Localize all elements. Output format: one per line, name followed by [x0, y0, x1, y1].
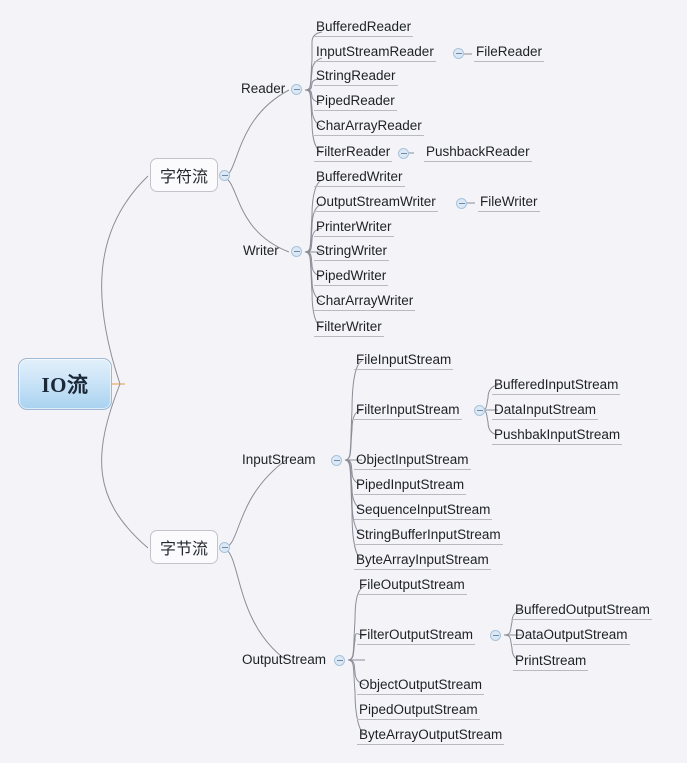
group-node-reader[interactable]: Reader: [239, 81, 287, 98]
leaf-node-data-output-stream-label: DataOutputStream: [515, 627, 628, 642]
group-node-reader-label: Reader: [241, 81, 286, 96]
leaf-node-buffered-output-stream[interactable]: BufferedOutputStream: [513, 602, 652, 620]
leaf-node-piped-output-stream[interactable]: PipedOutputStream: [357, 702, 480, 720]
leaf-node-data-output-stream[interactable]: DataOutputStream: [513, 627, 630, 645]
leaf-node-char-array-writer-label: CharArrayWriter: [316, 293, 414, 308]
collapse-toggle-writer[interactable]: [291, 246, 302, 257]
leaf-node-buffered-output-stream-label: BufferedOutputStream: [515, 602, 650, 617]
leaf-node-object-input-stream[interactable]: ObjectInputStream: [354, 452, 471, 470]
leaf-node-data-input-stream-label: DataInputStream: [494, 402, 597, 417]
leaf-node-pushbak-input-stream[interactable]: PushbakInputStream: [492, 427, 623, 445]
group-node-output-stream[interactable]: OutputStream: [240, 652, 328, 669]
leaf-node-filter-writer-label: FilterWriter: [316, 319, 382, 334]
leaf-node-piped-input-stream[interactable]: PipedInputStream: [354, 477, 467, 495]
leaf-node-file-output-stream-label: FileOutputStream: [359, 577, 465, 592]
group-node-input-stream[interactable]: InputStream: [240, 452, 318, 469]
leaf-node-output-stream-writer-label: OutputStreamWriter: [316, 194, 436, 209]
leaf-node-string-writer[interactable]: StringWriter: [314, 243, 390, 261]
leaf-node-piped-writer-label: PipedWriter: [316, 268, 387, 283]
leaf-node-data-input-stream[interactable]: DataInputStream: [492, 402, 599, 420]
leaf-node-object-input-stream-label: ObjectInputStream: [356, 452, 469, 467]
collapse-toggle-output-stream-writer[interactable]: [456, 198, 467, 209]
leaf-node-buffered-input-stream[interactable]: BufferedInputStream: [492, 377, 621, 395]
leaf-node-char-array-reader-label: CharArrayReader: [316, 118, 422, 133]
leaf-node-filter-output-stream[interactable]: FilterOutputStream: [357, 627, 476, 645]
leaf-node-input-stream-reader[interactable]: InputStreamReader: [314, 44, 436, 62]
leaf-node-filter-reader-label: FilterReader: [316, 144, 391, 159]
leaf-node-pushbak-input-stream-label: PushbakInputStream: [494, 427, 621, 442]
collapse-toggle-output-stream[interactable]: [334, 655, 345, 666]
leaf-node-filter-output-stream-label: FilterOutputStream: [359, 627, 474, 642]
collapse-toggle-char-stream[interactable]: [219, 170, 230, 181]
collapse-toggle-input-stream[interactable]: [331, 455, 342, 466]
leaf-node-input-stream-reader-label: InputStreamReader: [316, 44, 434, 59]
leaf-node-buffered-writer[interactable]: BufferedWriter: [314, 169, 405, 187]
collapse-toggle-filter-input-stream[interactable]: [474, 405, 485, 416]
leaf-node-string-writer-label: StringWriter: [316, 243, 388, 258]
leaf-node-piped-output-stream-label: PipedOutputStream: [359, 702, 478, 717]
leaf-node-buffered-reader[interactable]: BufferedReader: [314, 19, 414, 37]
leaf-node-file-writer[interactable]: FileWriter: [478, 194, 540, 212]
root-node-io-stream[interactable]: IO流: [18, 358, 112, 410]
leaf-node-char-array-writer[interactable]: CharArrayWriter: [314, 293, 416, 311]
group-node-input-stream-label: InputStream: [242, 452, 316, 467]
leaf-node-output-stream-writer[interactable]: OutputStreamWriter: [314, 194, 438, 212]
leaf-node-string-buffer-input-stream[interactable]: StringBufferInputStream: [354, 527, 503, 545]
leaf-node-object-output-stream[interactable]: ObjectOutputStream: [357, 677, 485, 695]
leaf-node-pushback-reader[interactable]: PushbackReader: [424, 144, 532, 162]
leaf-node-buffered-reader-label: BufferedReader: [316, 19, 412, 34]
leaf-node-pushback-reader-label: PushbackReader: [426, 144, 530, 159]
leaf-node-piped-input-stream-label: PipedInputStream: [356, 477, 465, 492]
group-node-output-stream-label: OutputStream: [242, 652, 327, 667]
leaf-node-file-output-stream[interactable]: FileOutputStream: [357, 577, 467, 595]
leaf-node-sequence-input-stream-label: SequenceInputStream: [356, 502, 491, 517]
leaf-node-object-output-stream-label: ObjectOutputStream: [359, 677, 483, 692]
leaf-node-file-input-stream-label: FileInputStream: [356, 352, 452, 367]
leaf-node-buffered-input-stream-label: BufferedInputStream: [494, 377, 619, 392]
leaf-node-byte-array-input-stream[interactable]: ByteArrayInputStream: [354, 552, 491, 570]
root-node-label: IO流: [41, 373, 89, 397]
leaf-node-filter-writer[interactable]: FilterWriter: [314, 319, 384, 337]
leaf-node-file-writer-label: FileWriter: [480, 194, 538, 209]
collapse-toggle-byte-stream[interactable]: [219, 542, 230, 553]
collapse-toggle-reader[interactable]: [291, 84, 302, 95]
leaf-node-printer-writer[interactable]: PrinterWriter: [314, 219, 394, 237]
leaf-node-print-stream[interactable]: PrintStream: [513, 653, 589, 671]
leaf-node-string-reader[interactable]: StringReader: [314, 68, 398, 86]
leaf-node-byte-array-output-stream[interactable]: ByteArrayOutputStream: [357, 727, 505, 745]
leaf-node-piped-reader-label: PipedReader: [316, 93, 395, 108]
group-node-writer[interactable]: Writer: [241, 243, 281, 260]
collapse-toggle-input-stream-reader[interactable]: [453, 48, 464, 59]
leaf-node-byte-array-output-stream-label: ByteArrayOutputStream: [359, 727, 503, 742]
leaf-node-printer-writer-label: PrinterWriter: [316, 219, 392, 234]
branch-node-byte-stream[interactable]: 字节流: [150, 530, 218, 564]
collapse-toggle-filter-reader[interactable]: [398, 148, 409, 159]
leaf-node-string-reader-label: StringReader: [316, 68, 396, 83]
leaf-node-file-input-stream[interactable]: FileInputStream: [354, 352, 454, 370]
leaf-node-filter-input-stream-label: FilterInputStream: [356, 402, 460, 417]
leaf-node-byte-array-input-stream-label: ByteArrayInputStream: [356, 552, 489, 567]
leaf-node-filter-input-stream[interactable]: FilterInputStream: [354, 402, 462, 420]
leaf-node-buffered-writer-label: BufferedWriter: [316, 169, 403, 184]
leaf-node-string-buffer-input-stream-label: StringBufferInputStream: [356, 527, 501, 542]
leaf-node-filter-reader[interactable]: FilterReader: [314, 144, 393, 162]
collapse-toggle-filter-output-stream[interactable]: [490, 630, 501, 641]
leaf-node-piped-reader[interactable]: PipedReader: [314, 93, 397, 111]
leaf-node-file-reader-label: FileReader: [476, 44, 543, 59]
branch-node-char-stream[interactable]: 字符流: [150, 158, 218, 192]
branch-node-char-stream-label: 字符流: [159, 169, 208, 186]
leaf-node-char-array-reader[interactable]: CharArrayReader: [314, 118, 424, 136]
mindmap-canvas: IO流 字符流 字节流 Reader BufferedReader InputS…: [0, 0, 687, 763]
group-node-writer-label: Writer: [243, 243, 279, 258]
leaf-node-file-reader[interactable]: FileReader: [474, 44, 545, 62]
leaf-node-sequence-input-stream[interactable]: SequenceInputStream: [354, 502, 493, 520]
leaf-node-piped-writer[interactable]: PipedWriter: [314, 268, 389, 286]
leaf-node-print-stream-label: PrintStream: [515, 653, 587, 668]
branch-node-byte-stream-label: 字节流: [159, 541, 208, 558]
